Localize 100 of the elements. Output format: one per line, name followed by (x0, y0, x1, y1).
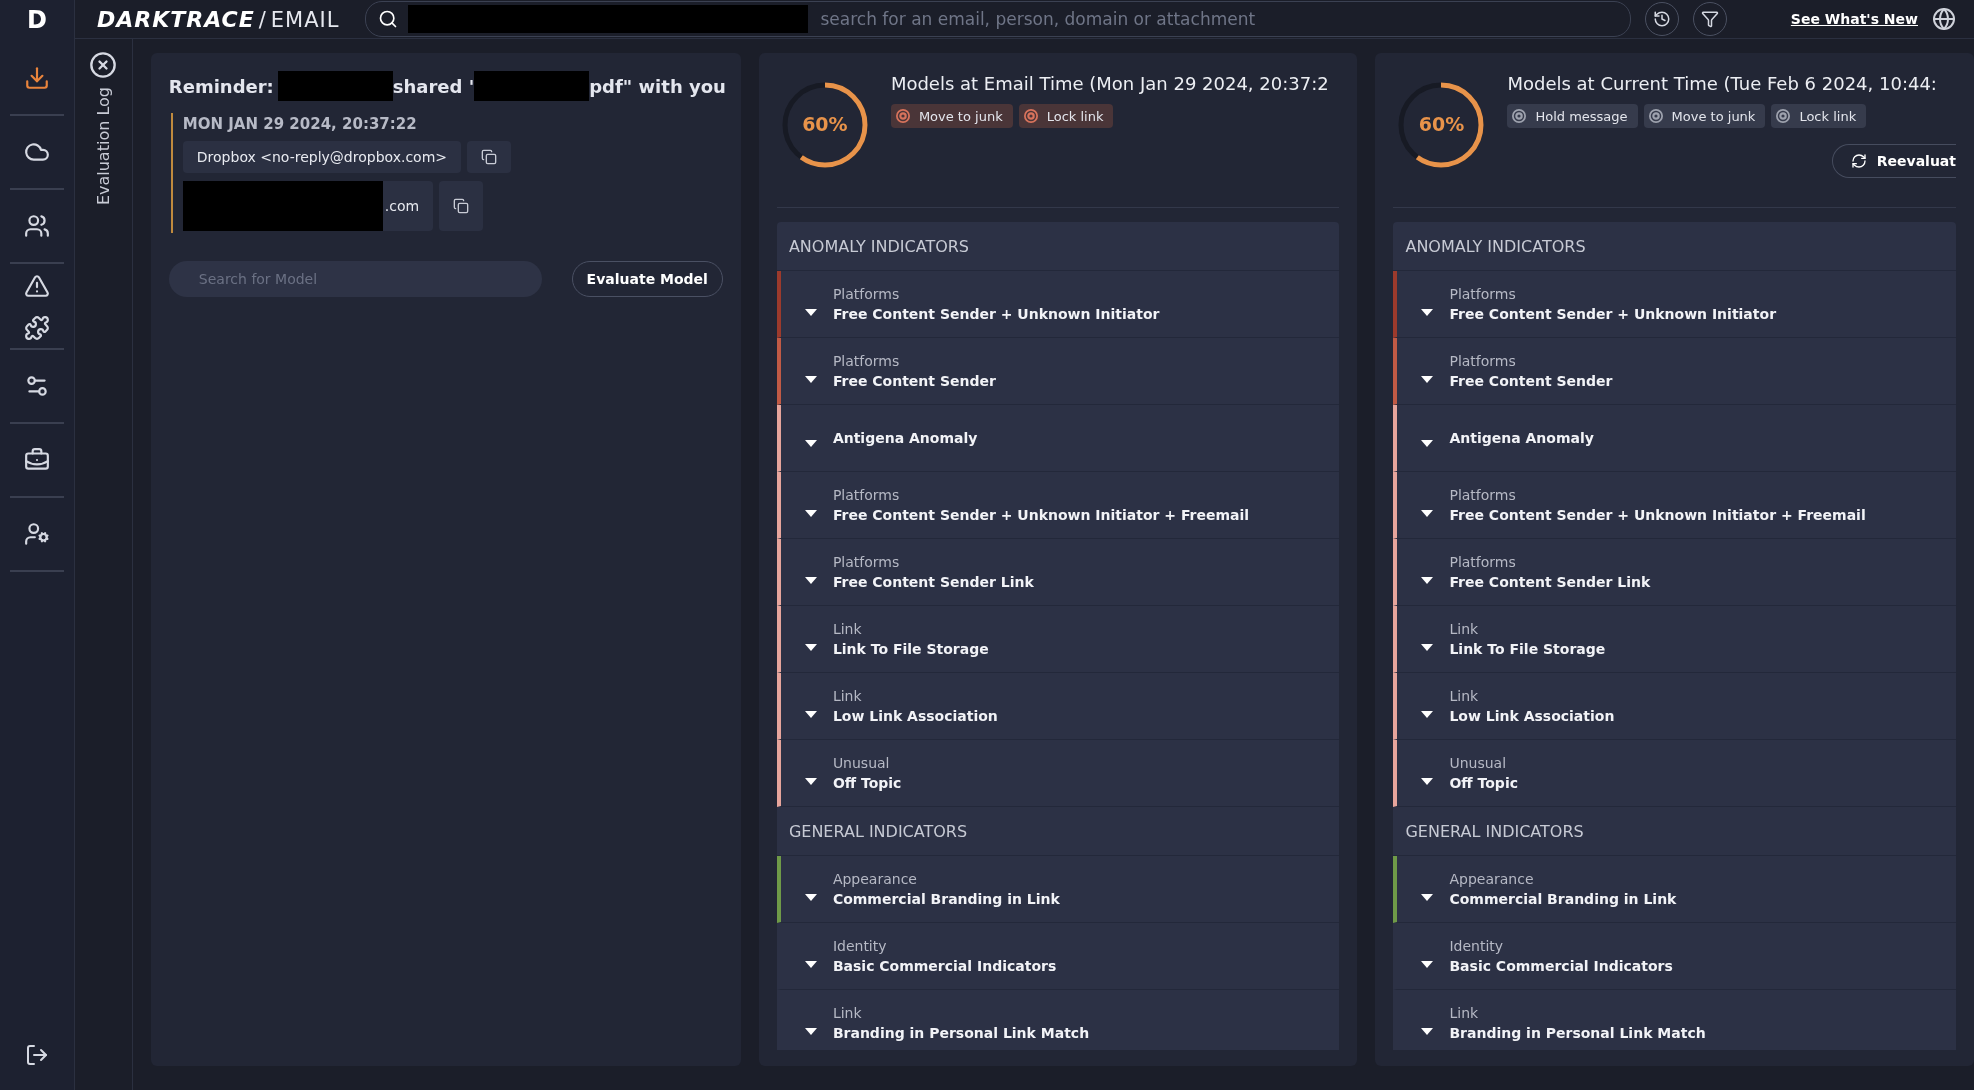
caret-icon (1421, 711, 1434, 719)
indicator-category: Platforms (832, 554, 901, 570)
indicator-row[interactable]: Antigena Anomaly (1393, 405, 1956, 472)
search-field[interactable]: search for an email, person, domain or attachment (818, 8, 1619, 30)
indicator-row[interactable]: Platforms Free Content Sender (776, 338, 1340, 405)
target-icon (1511, 108, 1528, 124)
indicator-category: Link (832, 621, 863, 637)
indicator-row[interactable]: Platforms Free Content Sender (1393, 338, 1956, 405)
indicator-row[interactable]: Platforms Free Content Sender Link (1393, 539, 1956, 606)
indicator-category: Platforms (1449, 286, 1517, 302)
indicator-name: Basic Commercial Indicators (832, 958, 1057, 974)
address-chip: .com (182, 181, 434, 231)
indicator-row[interactable]: Unusual Off Topic (1393, 740, 1956, 807)
indicator-category: Platforms (832, 353, 901, 369)
action-chip: Lock link (1018, 104, 1114, 128)
indicator-name: Free Content Sender (1449, 373, 1613, 389)
caret-icon (1421, 894, 1434, 902)
caret-icon (804, 894, 817, 902)
indicator-row[interactable]: Appearance Commercial Branding in Link (776, 856, 1340, 923)
caret-icon (1421, 778, 1434, 786)
indicator-category: Appearance (832, 871, 918, 887)
indicator-category: Platforms (1449, 554, 1517, 570)
indicator-category: Unusual (1449, 755, 1508, 771)
caret-icon (1421, 309, 1434, 317)
indicator-name: Free Content Sender Link (1449, 574, 1651, 590)
indicator-name: Low Link Association (1449, 708, 1615, 724)
caret-icon (804, 644, 817, 652)
caret-icon (1421, 510, 1434, 518)
indicator-row[interactable]: Platforms Free Content Sender + Unknown Initiator (1393, 271, 1956, 338)
indicator-category: Platforms (1449, 353, 1517, 369)
search-icon (378, 9, 399, 29)
caret-icon (1421, 644, 1434, 652)
indicator-row[interactable]: Platforms Free Content Sender Link (776, 539, 1340, 606)
product-name: EMAIL (270, 7, 340, 32)
panel-title: Models at Email Time (Mon Jan 29 2024, 20:37:2 (890, 72, 1330, 94)
indicator-row[interactable]: Platforms Free Content Sender + Unknown Initiator + Freemail (1393, 472, 1956, 539)
section-heading: ANOMALY INDICATORS (776, 222, 1340, 271)
indicator-row[interactable]: Appearance Commercial Branding in Link (1393, 856, 1956, 923)
caret-icon (804, 711, 817, 719)
indicator-name: Free Content Sender + Unknown Initiator (832, 306, 1160, 322)
indicator-row[interactable]: Identity Basic Commercial Indicators (776, 923, 1340, 990)
indicator-row[interactable]: Platforms Free Content Sender + Unknown Initiator + Freemail (776, 472, 1340, 539)
indicator-name: Free Content Sender Link (832, 574, 1034, 590)
indicator-row[interactable]: Unusual Off Topic (776, 740, 1340, 807)
brand-separator: / (258, 7, 267, 32)
indicator-category: Appearance (1449, 871, 1535, 887)
target-icon (1775, 108, 1792, 124)
indicator-name: Off Topic (1449, 775, 1518, 791)
indicator-row[interactable]: Identity Basic Commercial Indicators (1393, 923, 1956, 990)
caret-icon (804, 1028, 817, 1036)
indicator-row[interactable]: Link Link To File Storage (1393, 606, 1956, 673)
indicator-category: Platforms (1449, 487, 1517, 503)
brand-name: DARKTRACE (97, 6, 255, 32)
indicator-name: Free Content Sender (832, 373, 996, 389)
indicator-category: Identity (1449, 938, 1505, 954)
indicator-category: Link (1449, 1005, 1480, 1021)
globe-icon[interactable] (1932, 7, 1956, 31)
caret-icon (804, 778, 817, 786)
caret-icon (1421, 440, 1434, 448)
search-bar[interactable]: search for an email, person, domain or attachment (365, 1, 1632, 37)
indicator-name: Commercial Branding in Link (1449, 891, 1677, 907)
app-logo[interactable]: D (27, 6, 47, 42)
indicator-category: Link (1449, 688, 1480, 704)
indicator-row[interactable]: Link Low Link Association (776, 673, 1340, 740)
indicator-row[interactable]: Link Low Link Association (1393, 673, 1956, 740)
caret-icon (804, 577, 817, 585)
indicator-category: Unusual (832, 755, 891, 771)
section-heading: ANOMALY INDICATORS (1393, 222, 1956, 271)
indicator-row[interactable]: Antigena Anomaly (776, 405, 1340, 472)
caret-icon (804, 440, 817, 448)
email-date: MON JAN 29 2024, 20:37:22 (182, 115, 418, 133)
evaluation-log-label[interactable]: Evaluation Log (93, 87, 113, 206)
caret-icon (804, 961, 817, 969)
target-icon (1022, 108, 1039, 124)
indicator-category: Link (832, 688, 863, 704)
section-heading: GENERAL INDICATORS (1393, 807, 1956, 856)
whats-new-link[interactable]: See What's New (1790, 11, 1918, 27)
address-chip: Dropbox <no-reply@dropbox.com> (182, 141, 462, 173)
caret-icon (1421, 376, 1434, 384)
indicator-name: Free Content Sender + Unknown Initiator + Freemail (1449, 507, 1866, 523)
caret-icon (804, 309, 817, 317)
indicator-row[interactable]: Link Link To File Storage (776, 606, 1340, 673)
action-chip: Lock link (1771, 104, 1867, 128)
email-subject: Reminder: (168, 75, 274, 97)
indicator-name: Off Topic (832, 775, 902, 791)
indicator-name: Branding in Personal Link Match (1449, 1025, 1706, 1041)
indicator-row[interactable]: Link Branding in Personal Link Match (1393, 990, 1956, 1050)
close-icon[interactable] (89, 51, 118, 79)
copy-icon[interactable] (439, 181, 484, 231)
indicator-row[interactable]: Link Branding in Personal Link Match (776, 990, 1340, 1050)
model-search-field[interactable]: Search for Model (168, 261, 542, 297)
indicator-row[interactable]: Platforms Free Content Sender + Unknown Initiator (776, 271, 1340, 338)
panel-title: Models at Current Time (Tue Feb 6 2024, 10:44: (1507, 72, 1938, 94)
copy-icon[interactable] (467, 141, 512, 173)
score-percent: 60% (1417, 113, 1466, 135)
indicator-name: Branding in Personal Link Match (832, 1025, 1090, 1041)
caret-icon (804, 510, 817, 518)
indicator-category: Link (1449, 621, 1480, 637)
indicator-name: Link To File Storage (832, 641, 989, 657)
action-chip: Move to junk (890, 104, 1013, 128)
